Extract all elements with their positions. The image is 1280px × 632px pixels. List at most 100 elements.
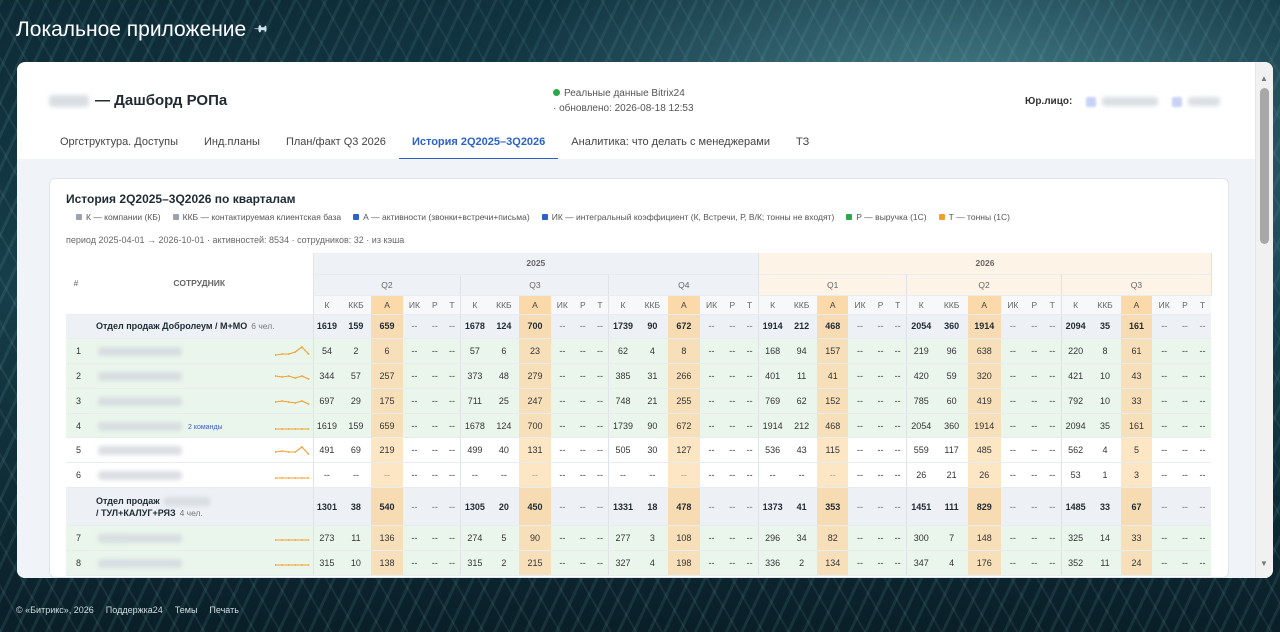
metric-header[interactable]: Р	[1025, 295, 1044, 315]
legend-swatch-icon	[76, 214, 82, 220]
metric-header[interactable]: А	[519, 295, 551, 315]
employee-name-redacted	[98, 446, 182, 456]
scroll-down-icon[interactable]: ▼	[1260, 559, 1268, 568]
metric-header[interactable]: ИК	[402, 295, 427, 315]
metric-header[interactable]: А	[967, 295, 1001, 315]
table-row[interactable]: 3 697 29 175 -- -- -- 711 25 247 -- -- -- 748 21 255 -- -…	[66, 388, 1212, 414]
employee-name[interactable]	[86, 437, 313, 464]
table-row[interactable]: 6 -- -- -- -- -- -- -- -- -- -- -- -- -- -- -- -- -- -- -- -…	[66, 462, 1212, 489]
tab-6[interactable]: ТЗ	[783, 128, 822, 160]
metric-header[interactable]: Р	[426, 295, 444, 315]
scroll-thumb[interactable]	[1260, 88, 1269, 244]
table-row[interactable]: 5 491 69 219 -- -- -- 499 40 131 -- -- -- 505 30 127 -- -…	[66, 437, 1212, 464]
sparkline-point	[293, 477, 296, 480]
metric-cell: 41	[817, 363, 849, 389]
metric-header[interactable]: ИК	[1000, 295, 1026, 315]
table-row[interactable]: 42 команды 1619 159 659 -- -- -- 1678 124 700 -- --…	[66, 413, 1212, 439]
tab-5[interactable]: Аналитика: что делать с менеджерами	[558, 128, 783, 160]
metric-cell: --	[1025, 525, 1044, 551]
metric-cell: --	[1152, 487, 1177, 527]
footer-print-link[interactable]: Печать	[209, 605, 238, 615]
metric-header[interactable]: К	[312, 295, 341, 315]
metric-header[interactable]: К	[758, 295, 787, 315]
employee-name[interactable]: 2 команды	[86, 413, 313, 439]
metric-header[interactable]: Р	[723, 295, 742, 315]
row-number: 5	[66, 437, 86, 464]
metric-header[interactable]: К	[1061, 295, 1090, 315]
metric-header[interactable]: Т	[741, 295, 759, 315]
metric-header[interactable]: Т	[443, 295, 461, 315]
metric-header[interactable]: ККБ	[935, 295, 968, 315]
table-row[interactable]: 8 315 10 138 -- -- -- 315 2 215 -- -- -- 327 4 198 -- -- -…	[66, 550, 1212, 576]
metric-cell: 134	[817, 550, 849, 576]
metric-header[interactable]: Т	[1193, 295, 1212, 315]
legal-entity-option-2[interactable]	[1172, 96, 1221, 107]
table-row[interactable]: 1 54 2 6 -- -- -- 57 6 23 -- -- -- 62 4 8 -- -- -- 168 94 157…	[66, 338, 1212, 365]
table-row[interactable]: 2 344 57 257 -- -- -- 373 48 279 -- -- -- 385 31 266 -- -…	[66, 363, 1212, 389]
metric-cell: --	[402, 413, 427, 439]
metric-cell: --	[699, 314, 724, 340]
metric-header[interactable]: К	[460, 295, 489, 315]
metric-header[interactable]: А	[668, 295, 700, 315]
tab-2[interactable]: Инд.планы	[191, 128, 273, 160]
scroll-up-icon[interactable]: ▲	[1260, 74, 1268, 83]
metric-header[interactable]: А	[371, 295, 403, 315]
metric-cell: 353	[817, 487, 849, 527]
vertical-scrollbar[interactable]: ▲ ▼	[1255, 62, 1273, 578]
footer-support-link[interactable]: Поддержка24	[106, 605, 163, 615]
metric-header[interactable]: Т	[889, 295, 907, 315]
sparkline-point	[300, 427, 303, 430]
tab-4[interactable]: История 2Q2025–3Q2026	[398, 128, 559, 160]
metric-header[interactable]: ИК	[699, 295, 724, 315]
metric-header[interactable]: Т	[1043, 295, 1062, 315]
sparkline-point	[287, 400, 290, 403]
metric-cell: --	[1000, 338, 1026, 365]
metric-header[interactable]: Р	[574, 295, 592, 315]
metric-cell: 420	[906, 363, 936, 389]
metric-header[interactable]: А	[1120, 295, 1153, 315]
metric-header[interactable]: А	[817, 295, 849, 315]
metric-cell: --	[402, 314, 427, 340]
legal-entity-option-1[interactable]	[1086, 96, 1159, 107]
metric-cell: --	[1025, 388, 1044, 414]
teams-badge[interactable]: 2 команды	[188, 424, 223, 431]
employee-name[interactable]	[86, 525, 313, 551]
metric-header[interactable]: ККБ	[1089, 295, 1121, 315]
metric-cell: --	[402, 338, 427, 365]
metric-header[interactable]: ИК	[1152, 295, 1177, 315]
metric-cell: --	[426, 413, 444, 439]
sparkline-point	[300, 375, 303, 377]
footer-themes-link[interactable]: Темы	[175, 605, 198, 615]
metric-cell: --	[1193, 487, 1212, 527]
metric-cell: --	[574, 437, 592, 464]
metric-header[interactable]: ИК	[848, 295, 872, 315]
employee-name[interactable]	[86, 462, 313, 489]
metric-header[interactable]: Т	[591, 295, 609, 315]
metric-header[interactable]: Р	[1176, 295, 1194, 315]
department-row[interactable]: Отдел продаж / ТУЛ+КАЛУГ+РЯЗ 4 чел. 1301 38 5…	[66, 487, 1212, 527]
pin-icon[interactable]: 🖈	[248, 18, 272, 42]
tab-3[interactable]: План/факт Q3 2026	[273, 128, 399, 160]
metric-cell: 2094	[1061, 314, 1090, 340]
metric-header[interactable]: ККБ	[340, 295, 372, 315]
metric-header[interactable]: ККБ	[786, 295, 818, 315]
table-row[interactable]: 7 273 11 136 -- -- -- 274 5 90 -- -- -- 277 3 108 -- -- --…	[66, 525, 1212, 551]
metric-cell: --	[1043, 550, 1062, 576]
metric-cell: --	[889, 363, 907, 389]
employee-name[interactable]	[86, 550, 313, 576]
tab-1[interactable]: Оргструктура. Доступы	[47, 128, 191, 160]
metric-cell: 1301	[312, 487, 341, 527]
metric-header[interactable]: К	[608, 295, 637, 315]
employee-name[interactable]	[86, 363, 313, 389]
metric-header[interactable]: ККБ	[488, 295, 520, 315]
metric-header[interactable]: Р	[871, 295, 890, 315]
metric-header[interactable]: ИК	[550, 295, 575, 315]
employee-name[interactable]	[86, 388, 313, 414]
metric-cell: 1678	[460, 314, 489, 340]
row-number: 3	[66, 388, 86, 414]
metric-header[interactable]: ККБ	[636, 295, 669, 315]
department-row[interactable]: Отдел продаж Добролеум / М+МО 6 чел. 1619 1…	[66, 314, 1212, 340]
employee-name[interactable]	[86, 338, 313, 365]
metric-cell: 62	[608, 338, 637, 365]
metric-header[interactable]: К	[906, 295, 936, 315]
